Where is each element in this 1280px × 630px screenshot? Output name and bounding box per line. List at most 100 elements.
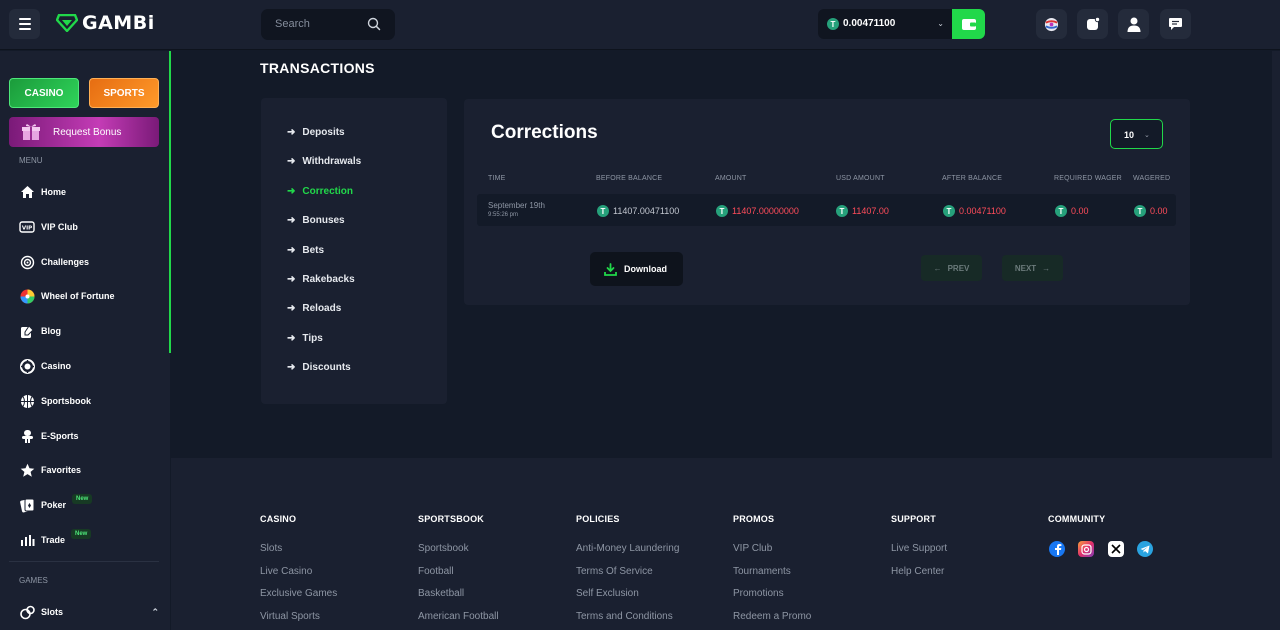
search-box[interactable]: Search [261, 9, 395, 40]
tx-menu-reloads[interactable]: ➜ Reloads [287, 300, 341, 316]
footer-heading-casino: CASINO [260, 514, 297, 524]
page-scrollbar[interactable] [1272, 51, 1280, 630]
sidebar-item-blog[interactable]: Blog [19, 321, 61, 341]
footer-link[interactable]: Football [418, 566, 454, 577]
prev-page-button[interactable]: ← PREV [921, 255, 982, 281]
telegram-icon[interactable] [1137, 541, 1153, 557]
footer-heading-sportsbook: SPORTSBOOK [418, 514, 485, 524]
tether-coin-icon: T [716, 205, 728, 217]
cell-wagered-value: 0.00 [1150, 206, 1168, 216]
panel-title: Corrections [491, 122, 598, 143]
tx-menu-tips[interactable]: ➜ Tips [287, 330, 323, 346]
tx-menu-bets[interactable]: ➜ Bets [287, 242, 324, 258]
facebook-icon[interactable] [1049, 541, 1065, 557]
footer-link[interactable]: Anti-Money Laundering [576, 543, 679, 554]
brand-name: GAMBi [82, 12, 155, 34]
tx-menu-label: Deposits [302, 126, 345, 138]
tether-coin-icon: T [943, 205, 955, 217]
table-row[interactable]: September 19th 9:55:26 pm T 11407.0047110… [477, 194, 1176, 226]
wallet-button[interactable] [952, 9, 985, 39]
sidebar-item-label: Poker [41, 500, 67, 510]
chevron-up-icon[interactable]: ⌃ [151, 607, 159, 618]
new-badge: New [71, 529, 92, 539]
arrow-right-icon: ➜ [287, 244, 296, 256]
tx-menu-label: Reloads [302, 302, 342, 314]
sports-switch-button[interactable]: SPORTS [89, 78, 159, 108]
footer-link[interactable]: Slots [260, 543, 282, 554]
footer-link[interactable]: Self Exclusion [576, 588, 639, 599]
sidebar-item-casino[interactable]: Casino [19, 356, 71, 376]
hamburger-menu-button[interactable] [9, 9, 40, 39]
wallet-icon [961, 18, 976, 30]
tx-menu-bonuses[interactable]: ➜ Bonuses [287, 212, 345, 228]
footer-link[interactable]: Redeem a Promo [733, 611, 811, 622]
tx-menu-label: Rakebacks [302, 273, 355, 285]
tx-menu-discounts[interactable]: ➜ Discounts [287, 359, 351, 375]
sidebar-item-sportsbook[interactable]: Sportsbook [19, 391, 91, 411]
search-icon[interactable] [367, 17, 381, 31]
footer-link[interactable]: Live Casino [260, 566, 312, 577]
chat-button[interactable] [1160, 9, 1191, 39]
brand-logo[interactable]: GAMBi [56, 12, 155, 34]
tx-menu-correction[interactable]: ➜ Correction [287, 183, 353, 199]
tx-menu-rakebacks[interactable]: ➜ Rakebacks [287, 271, 355, 287]
footer-link[interactable]: Virtual Sports [260, 611, 320, 622]
search-input[interactable]: Search [275, 18, 310, 30]
cell-time-of-day: 9:55:26 pm [488, 212, 519, 218]
next-page-button[interactable]: NEXT → [1002, 255, 1063, 281]
footer-link[interactable]: Sportsbook [418, 543, 469, 554]
balance-selector[interactable]: T 0.00471100 ⌄ [818, 9, 952, 39]
column-header-usd-amount: USD AMOUNT [836, 175, 885, 182]
casino-switch-button[interactable]: CASINO [9, 78, 79, 108]
x-icon[interactable] [1108, 541, 1124, 557]
chat-icon [1169, 18, 1182, 30]
footer-link[interactable]: Basketball [418, 588, 464, 599]
footer-link[interactable]: Live Support [891, 543, 947, 554]
cell-wagered: T 0.00 [1134, 205, 1168, 217]
column-header-time: TIME [488, 175, 506, 182]
sidebar-divider [9, 561, 159, 562]
footer-link[interactable]: Help Center [891, 566, 944, 577]
footer-link[interactable]: Exclusive Games [260, 588, 337, 599]
profile-button[interactable] [1118, 9, 1149, 39]
page-title: TRANSACTIONS [260, 60, 375, 76]
footer-link[interactable]: Promotions [733, 588, 784, 599]
tx-menu-withdrawals[interactable]: ➜ Withdrawals [287, 153, 361, 169]
footer-link[interactable]: American Football [418, 611, 499, 622]
request-bonus-label: Request Bonus [53, 126, 122, 138]
sidebar-item-trade[interactable]: Trade New [19, 529, 92, 550]
sidebar-item-slots[interactable]: Slots ⌃ [19, 602, 159, 622]
request-bonus-button[interactable]: Request Bonus [9, 117, 159, 147]
chevron-down-icon: ⌄ [1144, 132, 1150, 139]
tx-menu-label: Bonuses [302, 214, 345, 226]
poker-cards-icon [19, 497, 35, 513]
sidebar-item-label: Slots [41, 607, 64, 617]
download-button[interactable]: Download [590, 252, 683, 286]
notifications-button[interactable] [1077, 9, 1108, 39]
next-label: NEXT [1014, 263, 1037, 273]
per-page-select[interactable]: 10 ⌄ [1110, 119, 1163, 149]
tx-menu-deposits[interactable]: ➜ Deposits [287, 124, 345, 140]
footer-link[interactable]: Terms Of Service [576, 566, 653, 577]
sidebar-item-label: Favorites [41, 465, 82, 475]
cell-usd-amount-value: 11407.00 [852, 206, 889, 216]
prev-label: PREV [947, 263, 970, 273]
sidebar-item-challenges[interactable]: Challenges [19, 252, 89, 272]
sidebar-scroll-indicator [169, 51, 171, 353]
sidebar-item-vip-club[interactable]: VIP VIP Club [19, 217, 78, 237]
footer-link[interactable]: Tournaments [733, 566, 791, 577]
instagram-icon[interactable] [1078, 541, 1094, 557]
footer-link[interactable]: VIP Club [733, 543, 772, 554]
sidebar-item-label: Trade [41, 535, 66, 545]
footer-link[interactable]: Terms and Conditions [576, 611, 673, 622]
sidebar-item-wheel-of-fortune[interactable]: Wheel of Fortune [19, 286, 115, 306]
svg-text:VIP: VIP [22, 226, 32, 232]
sidebar-item-e-sports[interactable]: E-Sports [19, 426, 79, 446]
cell-date: September 19th [488, 201, 545, 210]
language-button[interactable] [1036, 9, 1067, 39]
sidebar-item-label: Wheel of Fortune [41, 291, 115, 301]
sidebar-item-home[interactable]: Home [19, 182, 66, 202]
sidebar-item-poker[interactable]: Poker New [19, 494, 93, 515]
esports-icon [19, 428, 35, 444]
sidebar-item-favorites[interactable]: Favorites [19, 460, 81, 480]
